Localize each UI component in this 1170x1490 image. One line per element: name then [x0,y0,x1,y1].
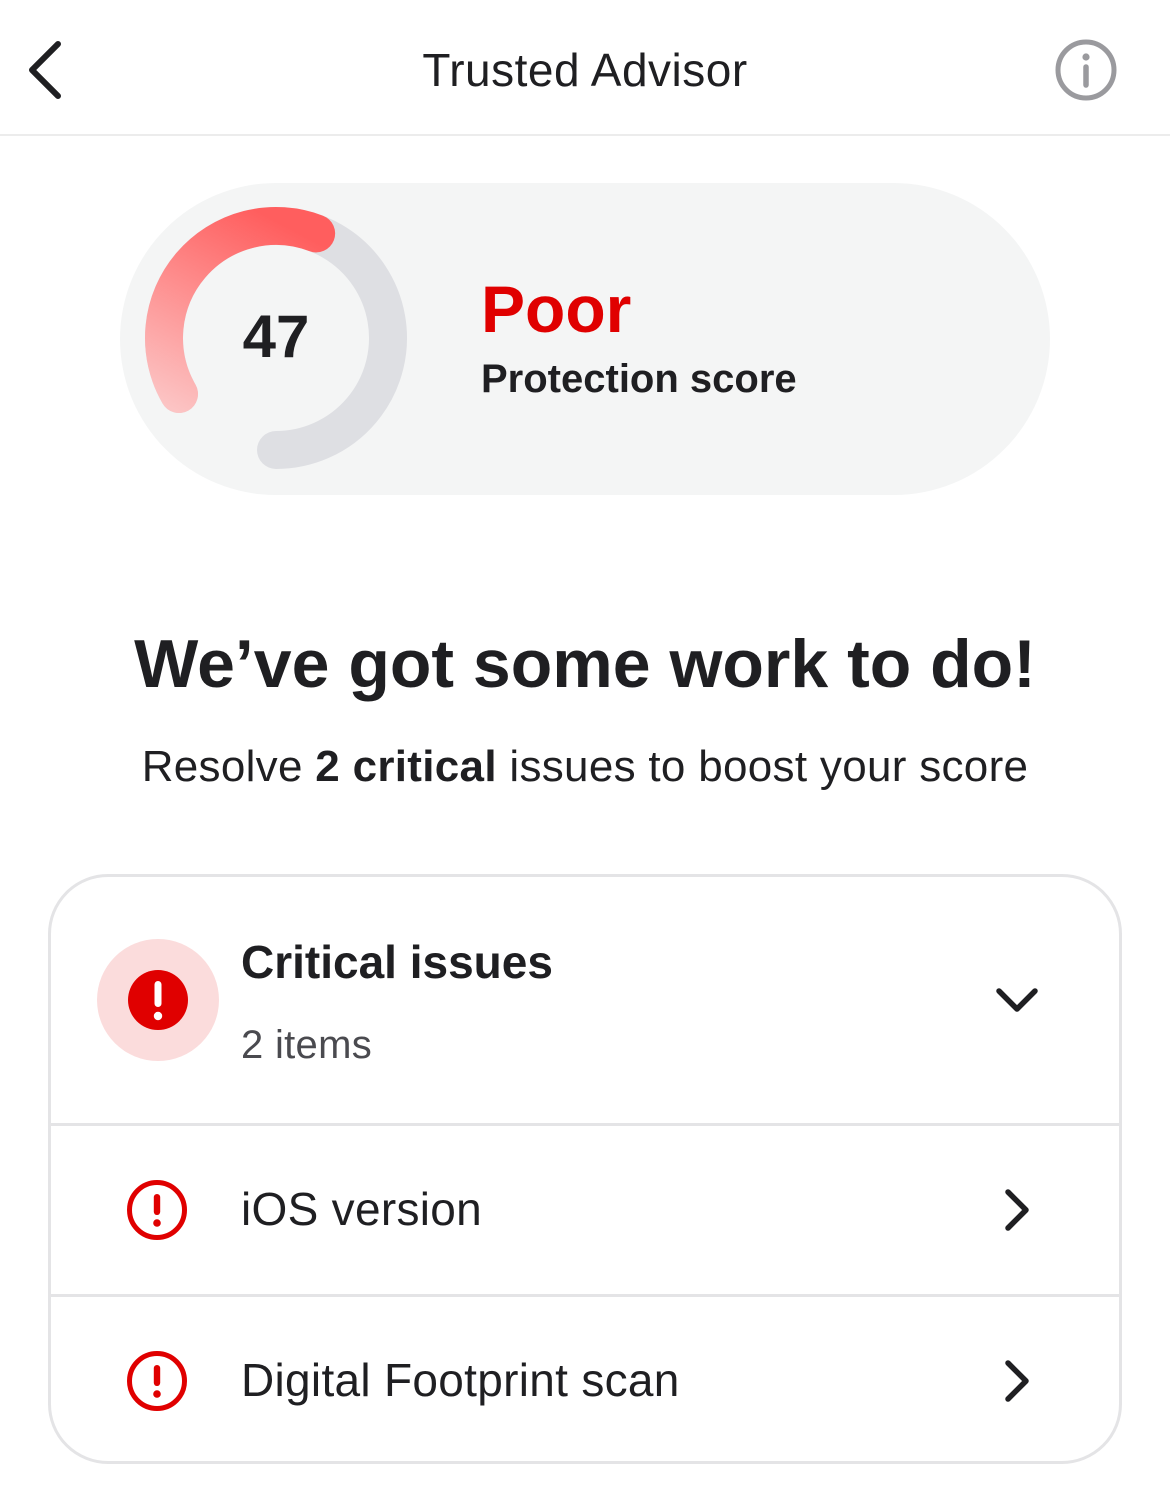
issue-label: Digital Footprint scan [241,1354,680,1406]
exclamation-outline-icon [127,1351,187,1411]
exclamation-outline-icon [127,1180,187,1240]
critical-issues-count: 2 items [241,1023,373,1067]
critical-issues-toggle[interactable]: Critical issues 2 items [51,877,1119,1125]
critical-issues-title: Critical issues [241,936,553,988]
critical-badge [97,939,219,1061]
chevron-right-icon [1005,1189,1029,1231]
subheadline-prefix: Resolve [141,742,316,791]
subheadline-bold: 2 critical [315,742,497,791]
exclamation-circle-icon [128,970,188,1030]
subheadline: Resolve 2 critical issues to boost your … [0,738,1170,796]
score-value: 47 [242,303,310,370]
top-bar: Trusted Advisor [0,0,1170,136]
subheadline-suffix: issues to boost your score [496,742,1029,791]
info-circle-icon [1055,39,1117,101]
protection-score-card: 47 Poor Protection score [120,183,1050,495]
issue-label: iOS version [241,1183,483,1235]
issue-row-ios-version[interactable]: iOS version [51,1126,1119,1294]
chevron-down-icon [996,988,1038,1012]
info-button[interactable] [1052,36,1120,104]
page-title: Trusted Advisor [422,44,748,96]
headline: We’ve got some work to do! [134,626,1036,702]
issue-row-digital-footprint-scan[interactable]: Digital Footprint scan [51,1297,1119,1461]
score-rating: Poor [481,272,632,346]
critical-issues-card: Critical issues 2 items iOS version Digi… [48,874,1122,1464]
score-label: Protection score [481,357,797,401]
chevron-right-icon [1005,1360,1029,1402]
